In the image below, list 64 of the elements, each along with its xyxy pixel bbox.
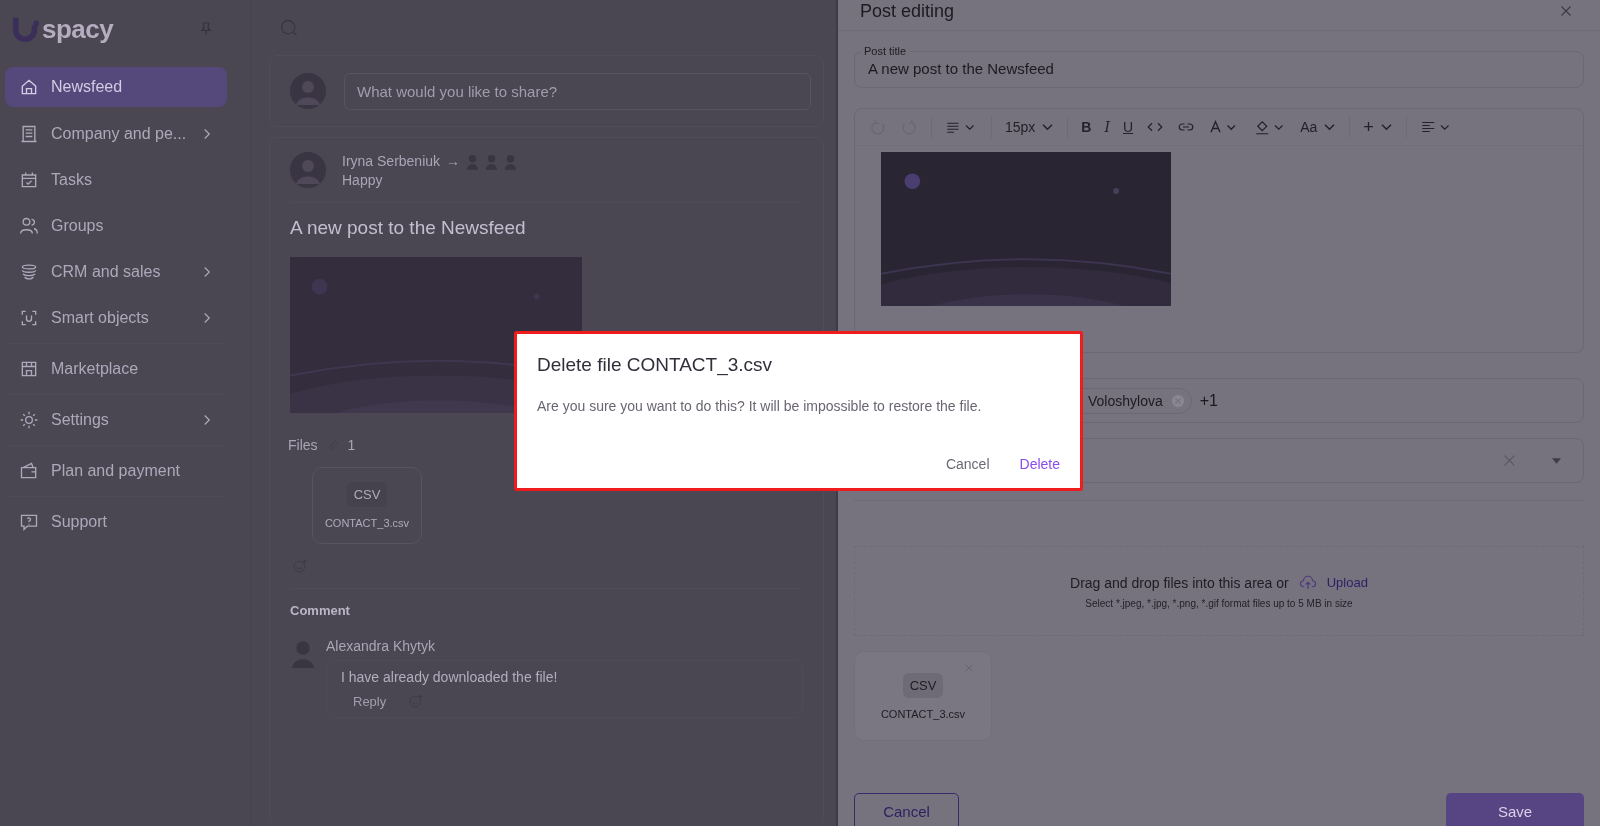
sidebar-item[interactable]: Groups [5,203,227,249]
building-icon [19,124,39,144]
sidebar-item[interactable]: Smart objects [5,295,227,341]
calendar-icon [19,170,39,190]
sidebar-item[interactable]: Settings [5,397,227,443]
files-count: 1 [347,437,356,453]
underline-button[interactable]: U [1123,119,1134,135]
sidebar-item[interactable]: Support [5,499,227,545]
caret-icon [1041,122,1055,132]
file-card[interactable]: CSV CONTACT_3.csv [854,651,992,741]
shop-icon [19,359,39,379]
upload-area[interactable]: Drag and drop files into this area or Upload Select *.jpeg, *.jpg, *.png, *.gif format files up to 5 MB in size [854,546,1584,636]
remove-icon[interactable] [1170,393,1185,408]
upload-link[interactable]: Upload [1326,575,1368,590]
comment-text: I have already downloaded the file! [341,669,559,685]
dropdown-caret-icon[interactable] [1552,457,1561,464]
logo-mark-icon [12,15,40,43]
files-label: Files [288,437,318,453]
share-field[interactable]: What would you like to share? [344,72,811,110]
house-icon [19,77,39,97]
people-icon [19,216,39,236]
sidebar-item[interactable]: Marketplace [5,346,227,392]
sidebar-item[interactable]: CRM and sales [5,249,227,295]
upload-text: Drag and drop files into this area or [1070,574,1289,591]
help-icon [19,512,39,532]
save-button[interactable]: Save [1446,793,1584,826]
file-card[interactable]: CSV CONTACT_3.csv [312,467,422,544]
reply-button[interactable]: Reply [353,693,387,709]
insert-dropdown[interactable]: + [1363,116,1393,138]
cancel-button[interactable]: Cancel [854,793,959,826]
sidebar-item[interactable]: Company and pe... [5,111,227,157]
sidebar-item[interactable]: Plan and payment [5,448,227,494]
upload-hint: Select *.jpeg, *.jpg, *.png, *.gif format files up to 5 MB in size [1085,597,1353,609]
bold-button[interactable]: B [1081,119,1092,135]
close-icon[interactable] [1560,5,1572,17]
author-name[interactable]: Iryna Serbeniuk [342,153,441,169]
post-title-field[interactable]: Post title A new post to the Newsfeed [854,45,1584,88]
font-size-dropdown[interactable]: 15px [1005,119,1055,135]
clear-icon[interactable] [1503,454,1516,467]
dialog-title: Delete file CONTACT_3.csv [537,354,774,376]
panel-title: Post editing [860,0,955,22]
comment-heading: Comment [290,603,351,618]
sidebar-item[interactable]: Tasks [5,157,227,203]
wallet-icon [19,461,39,481]
caret-icon [1379,122,1393,132]
file-name: CONTACT_3.csv [324,517,410,529]
commenter-name[interactable]: Alexandra Khytyk [326,638,803,654]
file-type-badge: CSV [346,482,388,507]
cloud-upload-icon [1298,573,1317,592]
italic-button[interactable]: I [1104,119,1110,135]
arrow-text: → [446,153,461,169]
more-count: +1 [1199,391,1218,410]
logo-text: spacy [42,13,114,45]
scan-frame-icon [19,308,39,328]
post-title: A new post to the Newsfeed [290,217,527,239]
file-type-badge: CSV [902,672,944,698]
file-name: CONTACT_3.csv [880,707,966,720]
delete-button[interactable]: Delete [1019,456,1060,472]
stack-icon [19,262,39,282]
mood-text: Happy [342,171,384,188]
cancel-button[interactable]: Cancel [945,456,990,472]
text-case-dropdown[interactable]: Aa [1300,119,1337,135]
caret-icon [1323,122,1337,132]
sidebar-item[interactable]: Newsfeed [5,67,227,107]
